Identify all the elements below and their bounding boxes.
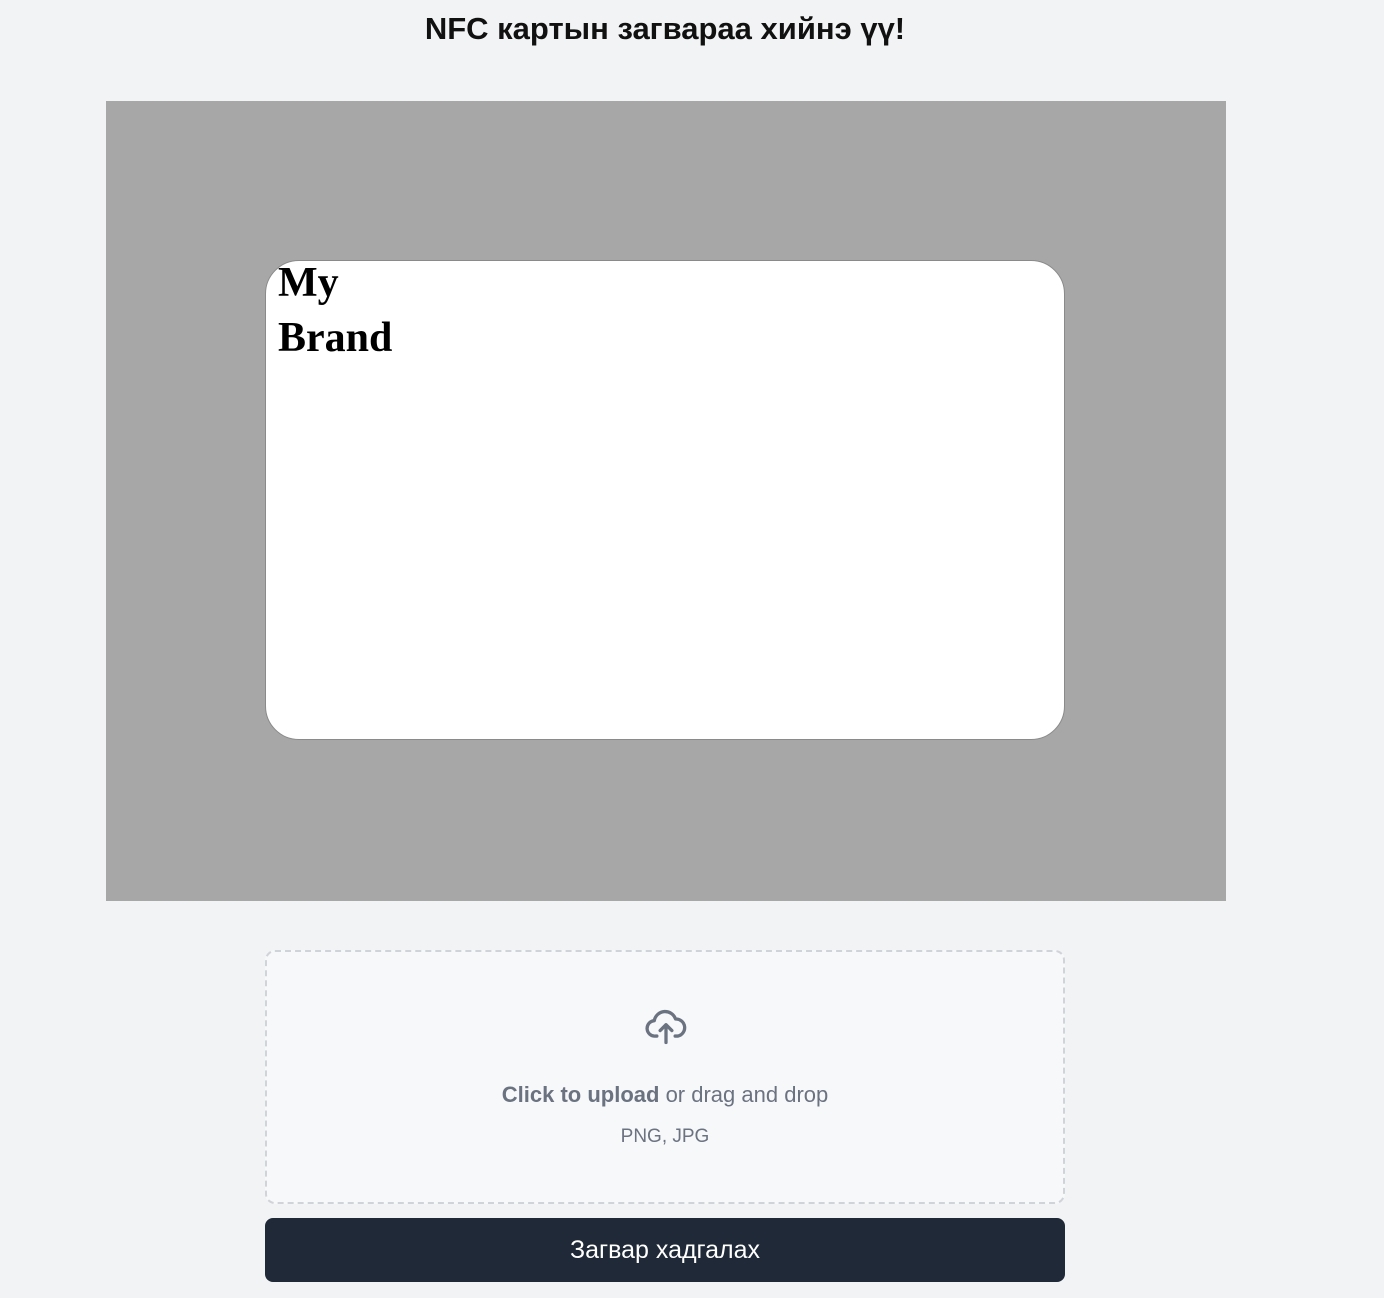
drag-and-drop-text: or drag and drop <box>659 1082 829 1107</box>
save-design-button[interactable]: Загвар хадгалах <box>265 1218 1065 1282</box>
file-upload-dropzone[interactable]: Click to upload or drag and drop PNG, JP… <box>265 950 1065 1204</box>
nfc-card-preview[interactable]: My Brand <box>265 260 1065 740</box>
page-title: NFC картын загвараа хийнэ үү! <box>424 11 906 46</box>
upload-instructions: Click to upload or drag and drop <box>267 1080 1063 1110</box>
accepted-file-types: PNG, JPG <box>620 1126 710 1147</box>
design-canvas[interactable]: My Brand <box>106 101 1226 901</box>
card-brand-text[interactable]: My Brand <box>278 261 418 366</box>
click-to-upload-link[interactable]: Click to upload <box>502 1082 660 1107</box>
cloud-upload-icon <box>645 1009 687 1045</box>
